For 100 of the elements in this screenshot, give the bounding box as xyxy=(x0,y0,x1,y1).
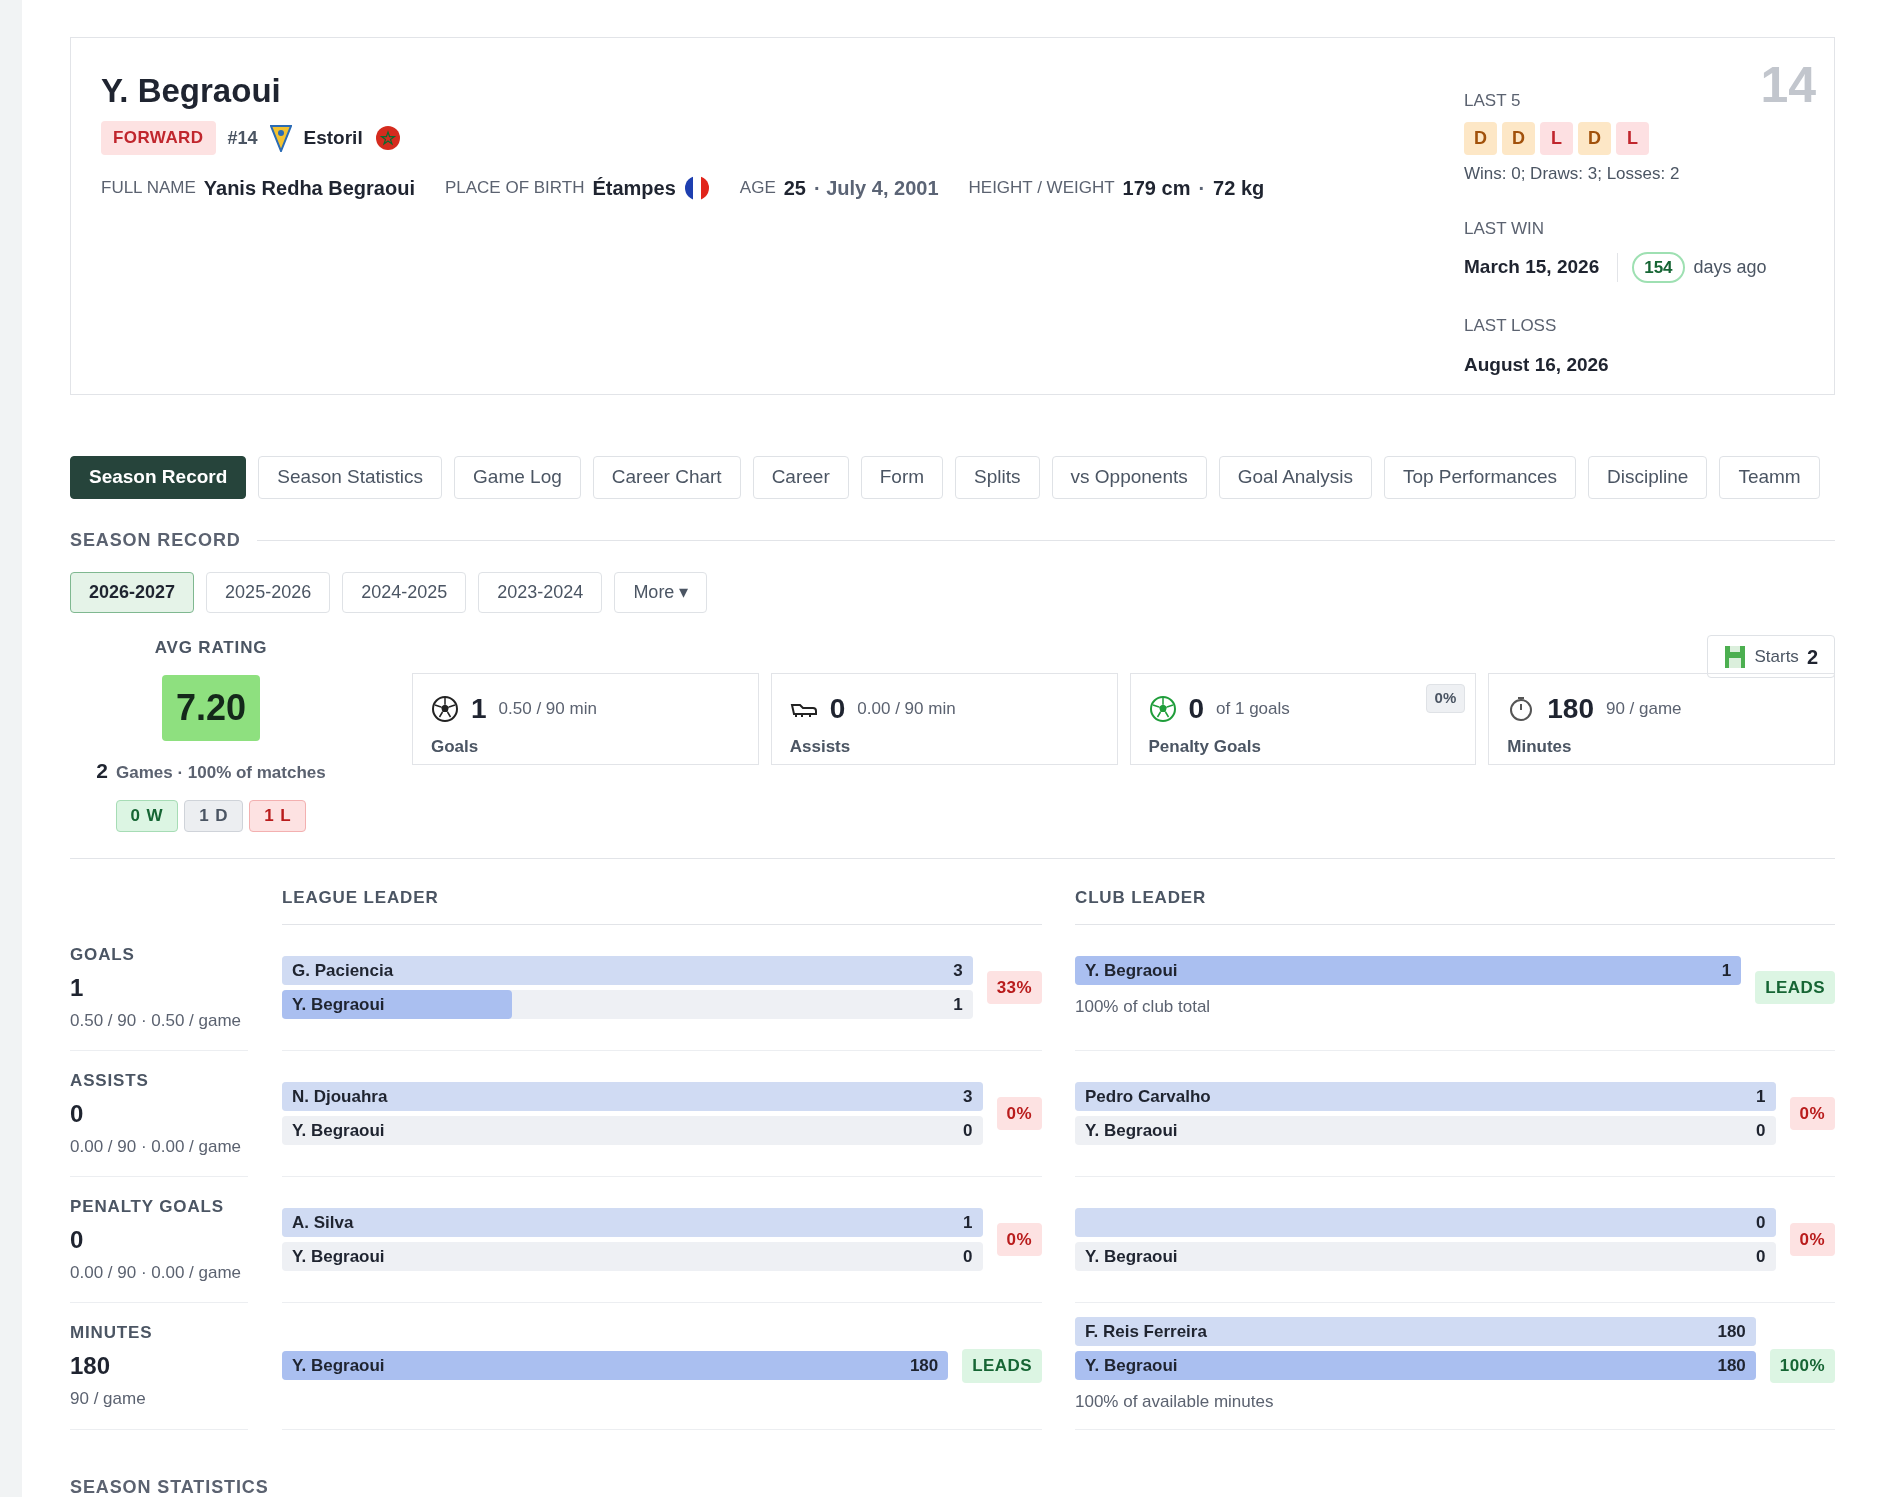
flag-icon xyxy=(374,125,401,151)
metric-label: PENALTY GOALS xyxy=(70,1196,225,1218)
fact-extra: · July 4, 2001 xyxy=(814,175,939,201)
metric-label: ASSISTS xyxy=(70,1070,150,1092)
bar-value: 1 xyxy=(1756,1085,1766,1108)
fact-value: Étampes xyxy=(592,175,676,201)
tab[interactable]: Career xyxy=(752,456,849,499)
tab[interactable]: Form xyxy=(860,456,944,499)
stat-label: Penalty Goals xyxy=(1148,736,1262,758)
last-win-date: March 15, 2026 xyxy=(1464,253,1619,282)
metric-label: GOALS xyxy=(70,944,136,966)
record-badge: 0 W xyxy=(115,800,179,832)
bar-value: 180 xyxy=(909,1355,939,1377)
tab[interactable]: Goal Analysis xyxy=(1218,456,1372,499)
stat-label: Minutes xyxy=(1507,736,1573,758)
stat-subtext: of 1 goals xyxy=(1216,698,1290,721)
bar-value: 0 xyxy=(1756,1245,1766,1268)
comparison-badge: LEADS xyxy=(962,1349,1042,1383)
games-text: Games · 100% of matches xyxy=(115,761,326,784)
fact-extra: · xyxy=(1198,175,1206,201)
rating-label: AVG RATING xyxy=(154,637,268,659)
bar-value: 1 xyxy=(953,993,963,1016)
comparison-badge: 0% xyxy=(1789,1096,1835,1131)
bar-value: 0 xyxy=(963,1119,973,1142)
form-summary: Wins: 0; Draws: 3; Losses: 2 xyxy=(1464,162,1681,185)
stat-value: 0 xyxy=(829,692,846,726)
player-name: Pedro Carvalho xyxy=(1085,1085,1211,1108)
tab[interactable]: Discipline xyxy=(1588,456,1708,499)
result-badge: L xyxy=(1616,121,1649,155)
rating-badge: 7.20 xyxy=(161,674,261,741)
section-title: SEASON RECORD xyxy=(70,529,241,552)
fact-value: 179 cm xyxy=(1122,175,1191,201)
metric-value: 180 xyxy=(70,1350,112,1381)
player-name: Y. Begraoui xyxy=(101,71,282,111)
tab[interactable]: Splits xyxy=(955,456,1040,499)
section-label: LAST 5 xyxy=(1464,90,1522,112)
tab[interactable]: Game Log xyxy=(454,456,581,499)
comparison-badge: 0% xyxy=(996,1222,1042,1257)
stat-value: 180 xyxy=(1547,692,1594,726)
tab[interactable]: Career Chart xyxy=(592,456,741,499)
more-button[interactable]: More ▾ xyxy=(614,572,708,613)
fact-label: FULL NAME xyxy=(101,177,196,199)
club-name: Estoril xyxy=(303,125,363,150)
section-label: LAST LOSS xyxy=(1464,315,1558,337)
stat-subtext: 90 / game xyxy=(1605,698,1682,721)
metric-subtext: 0.00 / 90 · 0.00 / game xyxy=(70,1261,243,1284)
bar-value: 0 xyxy=(1756,1211,1766,1234)
player-name: Y. Begraoui xyxy=(292,1119,385,1142)
record-badge: 1 L xyxy=(249,800,307,832)
club-crest-icon xyxy=(269,124,292,152)
player-name: Y. Begraoui xyxy=(292,1355,385,1377)
stat-label: Assists xyxy=(789,736,852,758)
starts-value: 2 xyxy=(1806,644,1818,670)
percent-badge: 0% xyxy=(1425,684,1466,713)
stat-value: 1 xyxy=(471,692,487,726)
fact-label: AGE xyxy=(739,177,776,199)
season-button[interactable]: 2023-2024 xyxy=(478,572,603,613)
days-ago-text: days ago xyxy=(1693,255,1767,279)
season-button[interactable]: 2024-2025 xyxy=(342,572,467,613)
shirt-number: #14 xyxy=(227,126,258,150)
player-name: Y. Begraoui xyxy=(292,1245,385,1268)
fact-label: HEIGHT / WEIGHT xyxy=(968,177,1115,199)
season-button[interactable]: 2025-2026 xyxy=(206,572,331,613)
bar-value: 1 xyxy=(1721,959,1732,982)
tab[interactable]: Season Record xyxy=(70,456,247,499)
metric-subtext: 0.00 / 90 · 0.00 / game xyxy=(70,1135,243,1158)
bar-value: 3 xyxy=(963,1085,973,1108)
result-badge: L xyxy=(1540,121,1573,155)
season-button[interactable]: 2026-2027 xyxy=(70,572,195,613)
fact-value: 25 xyxy=(783,175,806,201)
result-badge: D xyxy=(1578,121,1611,155)
tab[interactable]: Teamm xyxy=(1719,456,1820,499)
stat-subtext: 0.00 / 90 min xyxy=(857,698,956,721)
bar-value: 0 xyxy=(963,1245,973,1268)
stat-value: 0 xyxy=(1188,692,1205,726)
bar-value: 180 xyxy=(1717,1354,1746,1377)
bar-value: 0 xyxy=(1756,1119,1766,1142)
fact-value: 72 kg xyxy=(1213,175,1265,201)
bar-value: 1 xyxy=(963,1211,973,1234)
player-name: N. Djouahra xyxy=(292,1085,388,1108)
bar-value: 180 xyxy=(1717,1320,1746,1343)
bar-value: 3 xyxy=(953,959,963,982)
comparison-badge: 0% xyxy=(1789,1222,1835,1257)
tab[interactable]: Top Performances xyxy=(1383,456,1577,499)
tab[interactable]: vs Opponents xyxy=(1051,456,1207,499)
metric-value: 0 xyxy=(70,1098,85,1129)
player-name: Y. Begraoui xyxy=(292,993,385,1016)
section-title: SEASON STATISTICS xyxy=(70,1475,270,1497)
starts-label: Starts xyxy=(1754,645,1799,668)
comparison-badge: 33% xyxy=(986,970,1042,1005)
section-label: LAST WIN xyxy=(1464,218,1545,240)
metric-value: 0 xyxy=(70,1224,85,1255)
tab[interactable]: Season Statistics xyxy=(258,456,443,499)
player-name: Y. Begraoui xyxy=(1085,1119,1178,1142)
stat-label: Goals xyxy=(431,736,480,758)
last-loss-date: August 16, 2026 xyxy=(1464,352,1610,377)
metric-value: 1 xyxy=(70,972,85,1003)
comparison-badge: LEADS xyxy=(1755,970,1835,1005)
soccer-ball-icon xyxy=(431,695,459,723)
record-badge: 1 D xyxy=(184,800,244,832)
